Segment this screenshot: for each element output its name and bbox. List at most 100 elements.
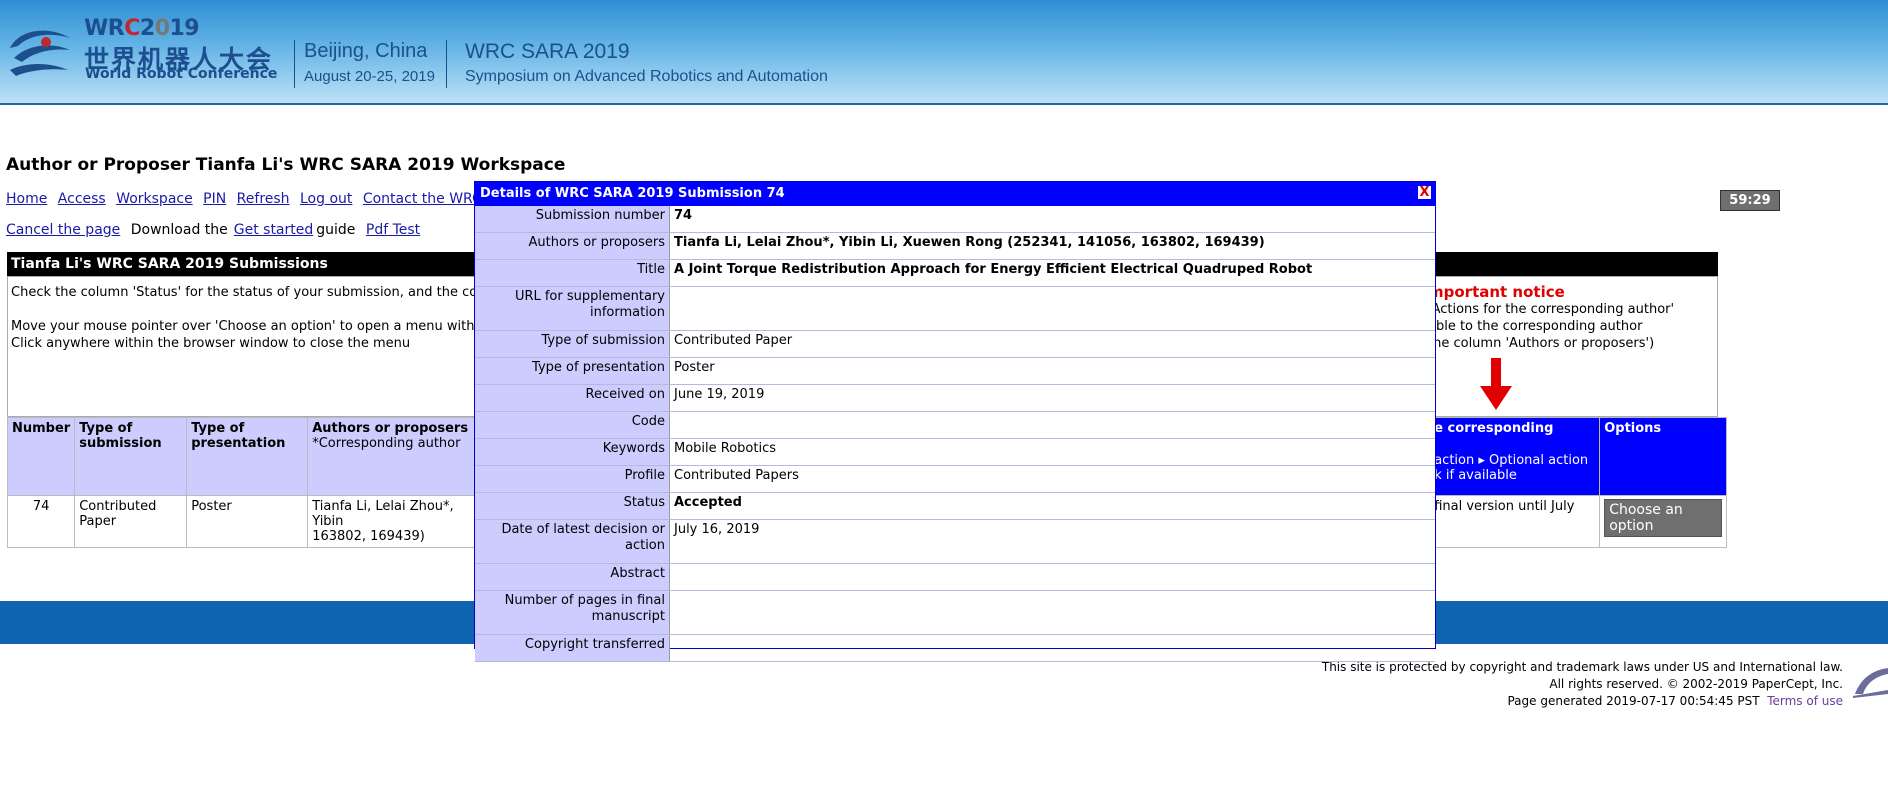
detail-label: Title [475,259,670,287]
terms-of-use-link[interactable]: Terms of use [1767,694,1843,708]
close-icon[interactable]: X [1418,186,1431,199]
instruction-line: Click anywhere within the browser window… [11,336,411,351]
detail-value [669,563,1435,591]
detail-label: Abstract [475,563,670,591]
detail-row: Keywords Mobile Robotics [475,438,1435,466]
download-text: Download the [130,222,228,238]
notice-title: mportant notice [1428,283,1565,301]
detail-label: URL for supplementary information [475,286,670,331]
detail-value: Mobile Robotics [669,438,1435,466]
detail-value: Poster [669,357,1435,385]
detail-row: Code [475,411,1435,439]
detail-row: Authors or proposers Tianfa Li, Lelai Zho… [475,232,1435,260]
detail-value [669,411,1435,439]
notice-line: the column 'Authors or proposers') [1428,336,1655,351]
detail-label: Number of pages in final manuscript [475,590,670,635]
detail-row: Type of submission Contributed Paper [475,330,1435,358]
detail-row: Profile Contributed Papers [475,465,1435,493]
cell-number: 74 [6,495,76,548]
pdf-test-link[interactable]: Pdf Test [366,222,420,238]
detail-label: Copyright transferred [475,634,670,662]
detail-value: A Joint Torque Redistribution Approach f… [669,259,1435,287]
detail-row: Abstract [475,563,1435,591]
detail-value: Contributed Papers [669,465,1435,493]
event-city: Beijing, China [304,40,428,62]
down-arrow-icon [1480,358,1512,410]
status-value: Accepted [669,492,1435,520]
cell-type-presentation: Poster [186,495,309,548]
detail-label: Code [475,411,670,439]
detail-value: 74 [669,206,1435,233]
col-number: Number [6,417,76,496]
detail-label: Submission number [475,206,670,233]
top-nav: Home Access Workspace PIN Refresh Log ou… [6,191,530,207]
footer-rights-line: All rights reserved. © 2002-2019 PaperCe… [1549,677,1843,691]
conference-name: WRC SARA 2019 [465,40,630,63]
detail-label: Status [475,492,670,520]
get-started-link[interactable]: Get started [234,222,314,238]
detail-value: Tianfa Li, Lelai Zhou*, Yibin Li, Xuewen… [669,232,1435,260]
cancel-page-link[interactable]: Cancel the page [6,222,120,238]
dialog-header: Details of WRC SARA 2019 Submission 74 X [475,182,1435,206]
logo-english-name: World Robot Conference [85,66,278,82]
page-title: Author or Proposer Tianfa Li's WRC SARA … [6,155,566,175]
nav-home-link[interactable]: Home [6,191,47,207]
detail-value [669,634,1435,662]
detail-label: Date of latest decision or action [475,519,670,564]
notice-line: 'Actions for the corresponding author' [1428,302,1675,317]
cell-authors: Tianfa Li, Lelai Zhou*, Yibin 163802, 16… [307,495,479,548]
detail-row: Status Accepted [475,492,1435,520]
nav-access-link[interactable]: Access [58,191,106,207]
cell-type-submission: Contributed Paper [74,495,188,548]
detail-row: Type of presentation Poster [475,357,1435,385]
nav-refresh-link[interactable]: Refresh [237,191,290,207]
detail-value: June 19, 2019 [669,384,1435,412]
col-corresponding-sub: action ▸ Optional action [1434,453,1589,468]
col-authors: Authors or proposers *Corresponding auth… [307,417,479,496]
detail-row: Title A Joint Torque Redistribution Appro… [475,259,1435,287]
cell-authors-line: 163802, 169439) [312,529,425,544]
detail-row: URL for supplementary information [475,286,1435,331]
col-corresponding-actions: e corresponding action ▸ Optional action… [1429,417,1601,496]
nav-pin-link[interactable]: PIN [203,191,226,207]
detail-row: Number of pages in final manuscript [475,590,1435,635]
cell-authors-line: Tianfa Li, Lelai Zhou*, Yibin [312,499,454,529]
col-corresponding-sub: k if available [1434,468,1517,483]
detail-label: Type of submission [475,330,670,358]
col-type-presentation: Type of presentation [186,417,309,496]
choose-option-button[interactable]: Choose an option [1604,499,1723,537]
nav-workspace-link[interactable]: Workspace [116,191,193,207]
col-authors-note: *Corresponding author [312,436,461,451]
detail-label: Received on [475,384,670,412]
details-table: Submission number 74 Authors or proposers… [475,206,1435,662]
cell-corresponding-actions: final version until July [1429,495,1601,548]
cell-options: Choose an option [1599,495,1728,548]
dialog-title: Details of WRC SARA 2019 Submission 74 [480,186,785,201]
session-timer: 59:29 [1720,190,1780,211]
submission-details-dialog: Details of WRC SARA 2019 Submission 74 X… [474,181,1436,662]
detail-value: Contributed Paper [669,330,1435,358]
col-type-submission: Type of submission [74,417,188,496]
instruction-line [11,301,489,318]
instruction-line: Move your mouse pointer over 'Choose an … [11,319,475,334]
papercept-logo-icon [1853,668,1888,698]
detail-label: Profile [475,465,670,493]
col-options: Options [1599,417,1728,496]
detail-value: July 16, 2019 [669,519,1435,564]
header-divider [294,40,295,88]
detail-row: Date of latest decision or action July 16… [475,519,1435,564]
secondary-nav: Cancel the page Download the Get started g… [6,222,426,238]
nav-logout-link[interactable]: Log out [300,191,352,207]
important-notice: mportant notice 'Actions for the corresp… [1428,284,1674,352]
event-dates: August 20-25, 2019 [304,68,435,85]
col-corresponding-label: e corresponding [1434,421,1554,436]
detail-label: Authors or proposers [475,232,670,260]
detail-label: Keywords [475,438,670,466]
header-divider [446,40,447,88]
detail-row: Copyright transferred [475,634,1435,662]
detail-row: Submission number 74 [475,206,1435,233]
footer-generated-line: Page generated 2019-07-17 00:54:45 PST T… [1507,694,1843,708]
notice-line: able to the corresponding author [1428,319,1643,334]
footer-text: This site is protected by copyright and … [1322,659,1843,710]
wrc-logo-icon [10,30,70,76]
